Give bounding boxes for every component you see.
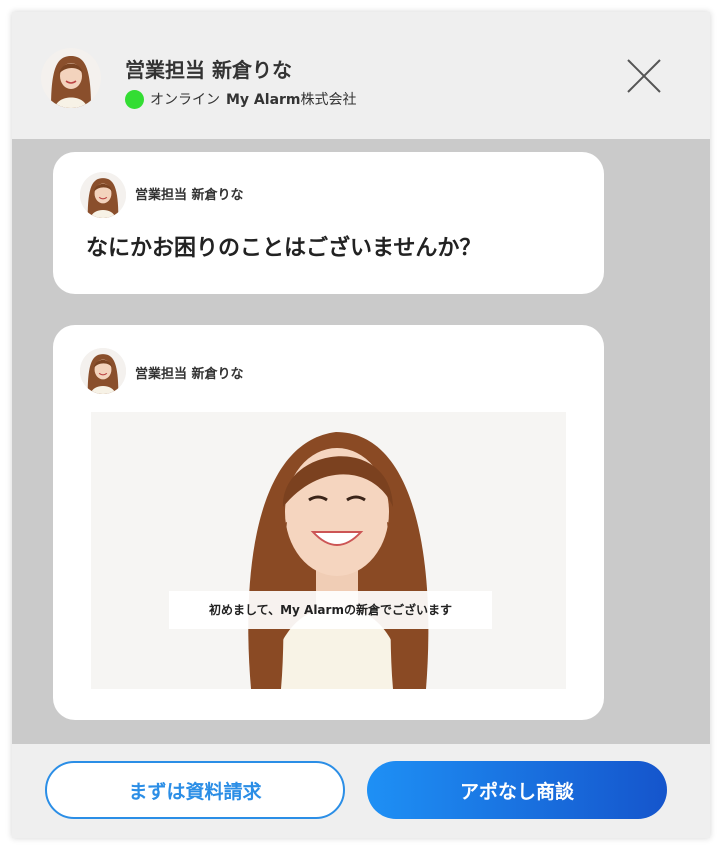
instant-meeting-button[interactable]: アポなし商談 [367,761,667,819]
status-row: オンライン My Alarm株式会社 [125,89,357,109]
company-name: My Alarm株式会社 [226,92,357,108]
avatar [41,48,101,108]
message-text: なにかお困りのことはございませんか？ [86,236,482,261]
video-frame [91,412,566,689]
message-sender: 営業担当 新倉りな [135,188,244,203]
close-icon [627,59,661,93]
chat-widget: 営業担当 新倉りな オンライン My Alarm株式会社 営業担当 新倉りな な… [12,12,710,838]
chat-header: 営業担当 新倉りな オンライン My Alarm株式会社 [12,12,710,139]
close-button[interactable] [624,56,664,96]
avatar [80,172,126,218]
video-caption: 初めまして、My Alarmの新倉でございます [169,591,492,629]
message-sender: 営業担当 新倉りな [135,367,244,382]
company-suffix: 株式会社 [300,92,357,108]
chat-footer: まずは資料請求 アポなし商談 [12,744,710,838]
message-bubble: 営業担当 新倉りな 初めまして、My Alarmの新倉でございます [53,325,604,720]
request-materials-button[interactable]: まずは資料請求 [45,761,345,819]
video-player[interactable]: 初めまして、My Alarmの新倉でございます [91,412,566,689]
message-bubble: 営業担当 新倉りな なにかお困りのことはございませんか？ [53,152,604,294]
avatar [80,348,126,394]
agent-name: 営業担当 新倉りな [125,58,292,82]
status-text: オンライン [150,92,220,108]
online-status-icon [125,89,144,109]
